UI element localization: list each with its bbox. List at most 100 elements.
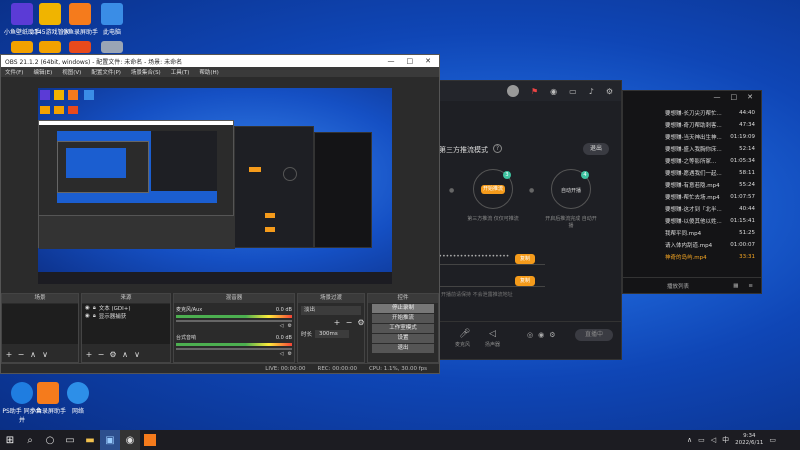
exit-mode-button[interactable]: 退出 — [583, 143, 609, 155]
remove-icon[interactable]: − — [344, 318, 354, 327]
speaker-icon[interactable]: ◁ — [489, 329, 496, 339]
chevron-up-icon[interactable]: ∧ — [687, 436, 692, 444]
live-status: LIVE: 00:00:00 — [265, 366, 306, 372]
list-item[interactable]: 神奇的岛屿.mp4 33:31 — [623, 251, 761, 263]
studio-mode-button[interactable]: 工作室模式 — [372, 324, 434, 333]
grid-icon[interactable]: ▦ — [733, 283, 738, 289]
list-item[interactable]: ◉ 🔒︎ 文本 (GDI+) — [82, 304, 170, 313]
message-icon[interactable]: ▭ — [569, 87, 577, 96]
minimize-icon[interactable]: — — [388, 57, 395, 65]
up-icon[interactable]: ∧ — [120, 350, 130, 359]
avatar[interactable] — [507, 85, 519, 97]
notification-icon[interactable]: ◉ — [550, 87, 557, 96]
ime-icon[interactable]: 中 — [722, 435, 729, 445]
menu-view[interactable]: 视图(V) — [62, 68, 81, 76]
go-live-button[interactable]: 直播中 — [575, 329, 613, 341]
start-push-button[interactable]: 开始推流 — [481, 185, 505, 194]
preview-canvas[interactable] — [38, 88, 392, 284]
maximize-icon[interactable]: □ — [407, 57, 414, 65]
help-icon[interactable]: ? — [493, 144, 502, 153]
list-item[interactable]: 要想赚-当天神出生神... 01:19:09 — [623, 131, 761, 143]
maximize-icon[interactable]: □ — [731, 93, 738, 101]
network-icon[interactable]: ▭ — [698, 436, 705, 444]
list-item[interactable]: 要想赚-帮忙去场.mp4 01:07:57 — [623, 191, 761, 203]
start-icon[interactable]: ⊞ — [0, 430, 20, 450]
explorer-icon[interactable]: ▬ — [80, 430, 100, 450]
down-icon[interactable]: ∨ — [40, 350, 50, 359]
settings-icon[interactable]: ⚙ — [606, 87, 613, 96]
volume-slider[interactable] — [176, 348, 292, 350]
list-item[interactable]: 要想赚-愿遇我们一起... 58:11 — [623, 167, 761, 179]
gift-icon[interactable]: ⚑ — [531, 87, 538, 96]
list-item[interactable]: 要想赚-有意若隐.mp4 55:24 — [623, 179, 761, 191]
menu-tools[interactable]: 工具(T) — [171, 68, 190, 76]
lock-icon[interactable]: 🔒︎ — [93, 313, 96, 320]
desktop-icon-this-pc[interactable]: 此电脑 — [92, 3, 132, 36]
list-item[interactable]: ◉ 🔒︎ 显示器捕获 — [82, 312, 170, 321]
list-item[interactable]: 要想赚-之等影所冢... 01:05:34 — [623, 155, 761, 167]
eye-icon[interactable]: ◉ — [85, 305, 90, 311]
gear-icon[interactable]: ⚙ — [108, 350, 118, 359]
up-icon[interactable]: ∧ — [28, 350, 38, 359]
duration-input[interactable]: 300ms — [315, 330, 350, 338]
auto-live-label[interactable]: 自动开播 — [557, 187, 585, 194]
copy-key-button[interactable]: 复制 — [515, 276, 535, 286]
remove-icon[interactable]: − — [96, 350, 106, 359]
desktop-icon-network[interactable]: 网络 — [58, 382, 98, 415]
close-icon[interactable]: ✕ — [425, 57, 431, 65]
speaker-icon[interactable]: ◁ — [280, 351, 284, 357]
down-icon[interactable]: ∨ — [132, 350, 142, 359]
list-item[interactable]: 要想赚-奇刀帮助刺客... 47:34 — [623, 119, 761, 131]
copy-url-button[interactable]: 复制 — [515, 254, 535, 264]
taskbar-app-windows[interactable]: ▣ — [100, 430, 120, 450]
arrow-icon: ● — [449, 187, 455, 194]
playlist-label[interactable]: 播放列表 — [667, 282, 689, 290]
list-item[interactable]: 要想赚-这才到「北半... 40:44 — [623, 203, 761, 215]
list-item[interactable]: 我帮平同.mp4 51:25 — [623, 227, 761, 239]
list-item[interactable]: 要想赚-以傻其他以姓... 01:15:41 — [623, 215, 761, 227]
list-item[interactable]: 要想赚-盛入我胸你床... 52:14 — [623, 143, 761, 155]
stop-recording-button[interactable]: 停止录制 — [372, 304, 434, 313]
add-icon[interactable]: + — [332, 318, 342, 327]
remove-icon[interactable]: − — [16, 350, 26, 359]
start-streaming-button[interactable]: 开始推流 — [372, 314, 434, 323]
desktop-icon-8[interactable] — [92, 41, 132, 53]
add-icon[interactable]: + — [84, 350, 94, 359]
eye-icon[interactable]: ◉ — [85, 313, 90, 319]
list-icon[interactable]: ≡ — [748, 283, 753, 289]
exit-button[interactable]: 退出 — [372, 344, 434, 353]
notification-icon[interactable]: ▭ — [769, 436, 776, 444]
add-icon[interactable]: + — [4, 350, 14, 359]
microphone-icon[interactable]: 🎤︎ — [459, 329, 470, 339]
taskbar-app-recorder[interactable] — [140, 430, 160, 450]
gear-icon[interactable]: ⚙ — [288, 323, 292, 329]
bell-icon[interactable]: ♪ — [589, 87, 594, 96]
task-view-icon[interactable]: ▭ — [60, 430, 80, 450]
close-icon[interactable]: ✕ — [747, 93, 753, 101]
obs-menubar: 文件(F) 编辑(E) 视图(V) 配置文件(P) 场景集合(S) 工具(T) … — [1, 67, 439, 77]
panel-header: 控件 — [368, 294, 438, 303]
tool-icons[interactable]: ◎◉⚙ — [527, 331, 561, 339]
cortana-icon[interactable]: ○ — [40, 430, 60, 450]
scenes-list[interactable] — [2, 304, 78, 344]
menu-profile[interactable]: 配置文件(P) — [91, 68, 121, 76]
settings-button[interactable]: 设置 — [372, 334, 434, 343]
clock[interactable]: 9:34 2022/6/11 — [735, 433, 763, 447]
menu-help[interactable]: 帮助(H) — [199, 68, 218, 76]
list-item[interactable]: 要想赚-长刀尖刃帮忙... 44:40 — [623, 107, 761, 119]
menu-file[interactable]: 文件(F) — [5, 68, 23, 76]
speaker-icon[interactable]: ◁ — [280, 323, 284, 329]
volume-icon[interactable]: ◁ — [711, 436, 716, 444]
taskbar-app-obs[interactable]: ◉ — [120, 430, 140, 450]
list-item[interactable]: 请入体内刮道.mp4 01:00:07 — [623, 239, 761, 251]
volume-slider[interactable] — [176, 320, 292, 322]
minimize-icon[interactable]: — — [714, 93, 721, 101]
menu-scene-collection[interactable]: 场景集合(S) — [131, 68, 161, 76]
search-icon[interactable]: ⌕ — [20, 430, 40, 450]
transition-select[interactable]: 淡出 — [301, 306, 361, 315]
lock-icon[interactable]: 🔒︎ — [93, 305, 96, 312]
panel-header: 混音器 — [174, 294, 294, 303]
gear-icon[interactable]: ⚙ — [356, 318, 366, 327]
gear-icon[interactable]: ⚙ — [288, 351, 292, 357]
menu-edit[interactable]: 编辑(E) — [33, 68, 52, 76]
